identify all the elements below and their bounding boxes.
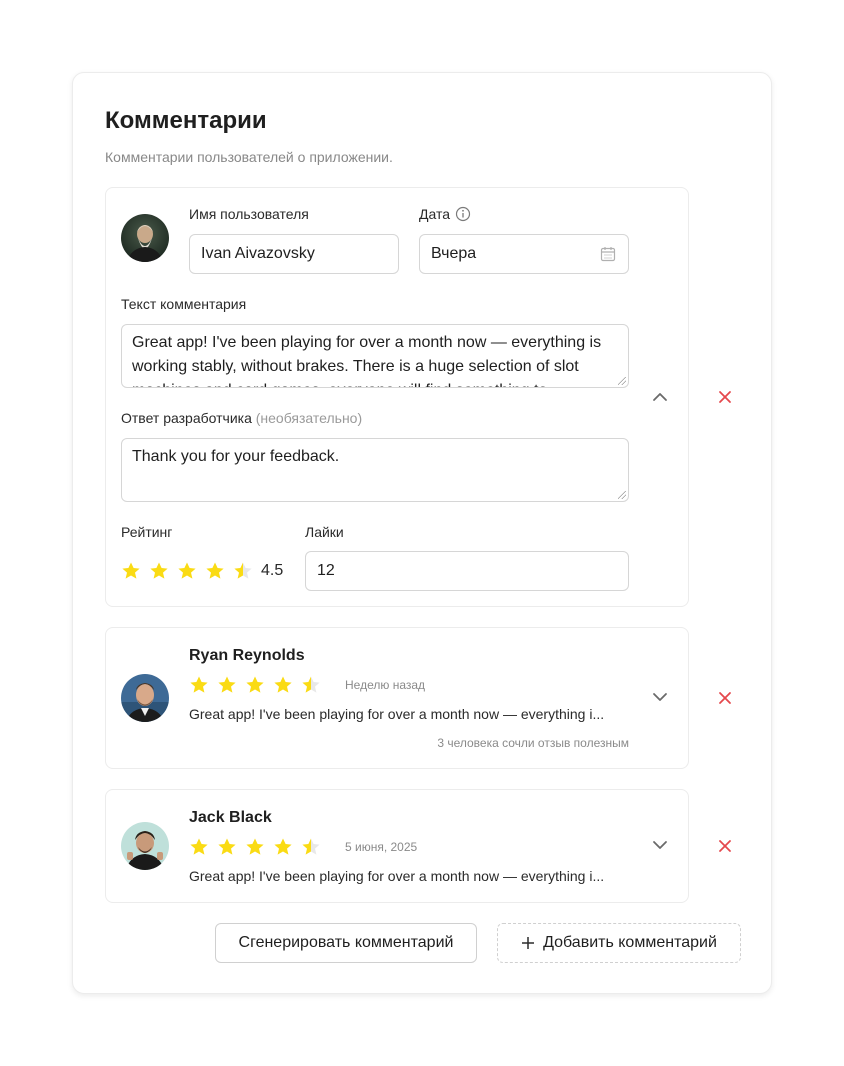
star-full-icon[interactable]: [121, 561, 141, 581]
delete-icon[interactable]: [718, 839, 732, 853]
comments-panel: Комментарии Комментарии пользователей о …: [72, 72, 772, 994]
star-full-icon: [218, 676, 236, 693]
avatar: [121, 822, 169, 870]
rating-value: 4.5: [261, 562, 284, 579]
reply-optional-text: (необязательно): [255, 410, 363, 426]
info-icon[interactable]: [455, 206, 471, 222]
reply-text: Thank you for your feedback.: [132, 448, 340, 465]
add-comment-button[interactable]: Добавить комментарий: [497, 923, 741, 963]
comment-text: Great app! I've been playing for over a …: [132, 334, 602, 387]
chevron-down-icon[interactable]: [651, 688, 669, 706]
page-title: Комментарии: [105, 107, 267, 134]
reply-label: Ответ разработчика (необязательно): [121, 410, 362, 426]
date-label: Дата: [419, 206, 451, 222]
date-picker[interactable]: Вчера: [419, 234, 629, 274]
date-label-group: Дата: [419, 206, 471, 222]
resize-handle[interactable]: [618, 491, 626, 499]
star-full-icon: [190, 676, 208, 693]
plus-icon: [522, 937, 535, 949]
comment-card-collapsed[interactable]: Ryan Reynolds Неделю назад Great app! I'…: [105, 627, 689, 769]
comment-date: 5 июня, 2025: [345, 840, 418, 854]
calendar-icon: [600, 247, 616, 262]
add-comment-label: Добавить комментарий: [543, 934, 717, 951]
rating-stars[interactable]: [121, 561, 253, 581]
chevron-up-icon[interactable]: [651, 388, 669, 406]
star-half-icon: [302, 838, 320, 855]
rating-stars: [189, 675, 321, 695]
comment-snippet: Great app! I've been playing for over a …: [189, 706, 605, 722]
generate-comment-button[interactable]: Сгенерировать комментарий: [215, 923, 477, 963]
star-full-icon: [274, 676, 292, 693]
likes-label: Лайки: [305, 524, 344, 540]
reply-text-area[interactable]: Thank you for your feedback.: [121, 438, 629, 502]
star-half-icon: [302, 676, 320, 693]
rating-label: Рейтинг: [121, 524, 173, 540]
star-full-icon[interactable]: [205, 561, 225, 581]
username-input[interactable]: Ivan Aivazovsky: [189, 234, 399, 274]
star-full-icon: [246, 838, 264, 855]
likes-input[interactable]: 12: [305, 551, 629, 591]
avatar: [121, 674, 169, 722]
chevron-down-icon[interactable]: [651, 836, 669, 854]
helpful-count: 3 человека сочли отзыв полезным: [437, 736, 629, 750]
comment-card-expanded: Имя пользователя Ivan Aivazovsky Дата Вч…: [105, 187, 689, 607]
star-full-icon: [246, 676, 264, 693]
star-full-icon[interactable]: [177, 561, 197, 581]
user-name: Jack Black: [189, 809, 272, 826]
date-value: Вчера: [431, 245, 477, 262]
comment-date: Неделю назад: [345, 678, 426, 692]
star-full-icon[interactable]: [149, 561, 169, 581]
avatar: [121, 214, 169, 262]
star-full-icon: [190, 838, 208, 855]
generate-comment-label: Сгенерировать комментарий: [238, 934, 454, 951]
delete-icon[interactable]: [718, 390, 732, 404]
comment-text-area[interactable]: Great app! I've been playing for over a …: [121, 324, 629, 388]
username-label: Имя пользователя: [189, 206, 309, 222]
rating-stars: [189, 837, 321, 857]
delete-icon[interactable]: [718, 691, 732, 705]
star-half-icon[interactable]: [233, 561, 253, 581]
comment-card-collapsed[interactable]: Jack Black 5 июня, 2025 Great app! I've …: [105, 789, 689, 903]
reply-label-text: Ответ разработчика: [121, 410, 252, 426]
comment-snippet: Great app! I've been playing for over a …: [189, 868, 605, 884]
comment-text-label: Текст комментария: [121, 296, 247, 312]
star-full-icon: [274, 838, 292, 855]
star-full-icon: [218, 838, 236, 855]
resize-handle[interactable]: [618, 377, 626, 385]
page-subtitle: Комментарии пользователей о приложении.: [105, 149, 393, 165]
user-name: Ryan Reynolds: [189, 647, 305, 664]
